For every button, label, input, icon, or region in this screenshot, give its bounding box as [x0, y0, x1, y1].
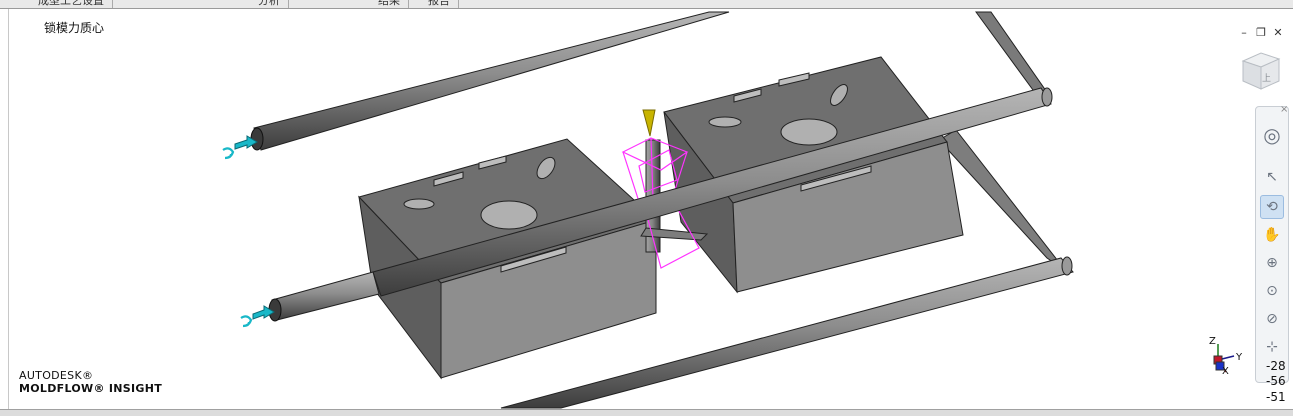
zoom-icon[interactable]: ⊕ — [1260, 251, 1284, 275]
zoom-window-icon[interactable]: ⊙ — [1260, 279, 1284, 303]
triad-x-label: X — [1222, 366, 1229, 377]
autodesk-moldflow-logo: AUTODESK® MOLDFLOW® INSIGHT — [19, 369, 163, 395]
part-cavity-right — [663, 56, 964, 294]
select-icon[interactable]: ↖ — [1260, 165, 1284, 189]
coordinate-y: -56 — [1266, 374, 1286, 388]
cooling-channel-lower-left — [268, 271, 380, 322]
tab-report[interactable]: 报告 — [420, 0, 459, 8]
triad-z-label: Z — [1209, 336, 1216, 347]
triad-y-label: Y — [1236, 352, 1243, 363]
result-title: 锁模力质心 — [44, 21, 105, 35]
orbit-icon[interactable]: ⟲ — [1260, 195, 1284, 219]
model-viewport[interactable]: 锁模力质心 – ❐ ✕ 上 AUTODESK® MOLDFLOW® INSIGH… — [8, 9, 1293, 409]
cooling-channel-top — [250, 11, 730, 151]
minimize-icon[interactable]: – — [1238, 26, 1250, 39]
coordinate-x: -28 — [1266, 359, 1286, 373]
navigation-bar: × ◎ ↖ ⟲ ✋ ⊕ ⊙ ⊘ ⊹ — [1255, 104, 1289, 383]
tab-process-settings[interactable]: 成型工艺设置 — [30, 0, 113, 8]
pan-icon[interactable]: ✋ — [1260, 223, 1284, 247]
steering-wheel-icon[interactable]: ◎ — [1260, 123, 1284, 147]
coordinate-z: -51 — [1266, 390, 1286, 404]
zoom-extents-icon[interactable]: ⊘ — [1260, 307, 1284, 331]
viewcube[interactable] — [1239, 47, 1283, 93]
navbar-close-icon[interactable]: × — [1280, 104, 1288, 115]
tab-analysis[interactable]: 分析 — [250, 0, 289, 8]
viewcube-face-label: 上 — [1262, 74, 1272, 84]
coolant-inlet-marker-bottom — [240, 305, 275, 328]
restore-icon[interactable]: ❐ — [1255, 26, 1267, 39]
close-icon[interactable]: ✕ — [1272, 26, 1284, 39]
coolant-inlet-marker-top — [222, 135, 258, 160]
tab-results[interactable]: 结果 — [370, 0, 409, 8]
top-tab-bar: 成型工艺设置 分析 结果 报告 — [0, 0, 1293, 9]
center-icon[interactable]: ⊹ — [1260, 335, 1284, 359]
model-scene — [222, 11, 1074, 409]
